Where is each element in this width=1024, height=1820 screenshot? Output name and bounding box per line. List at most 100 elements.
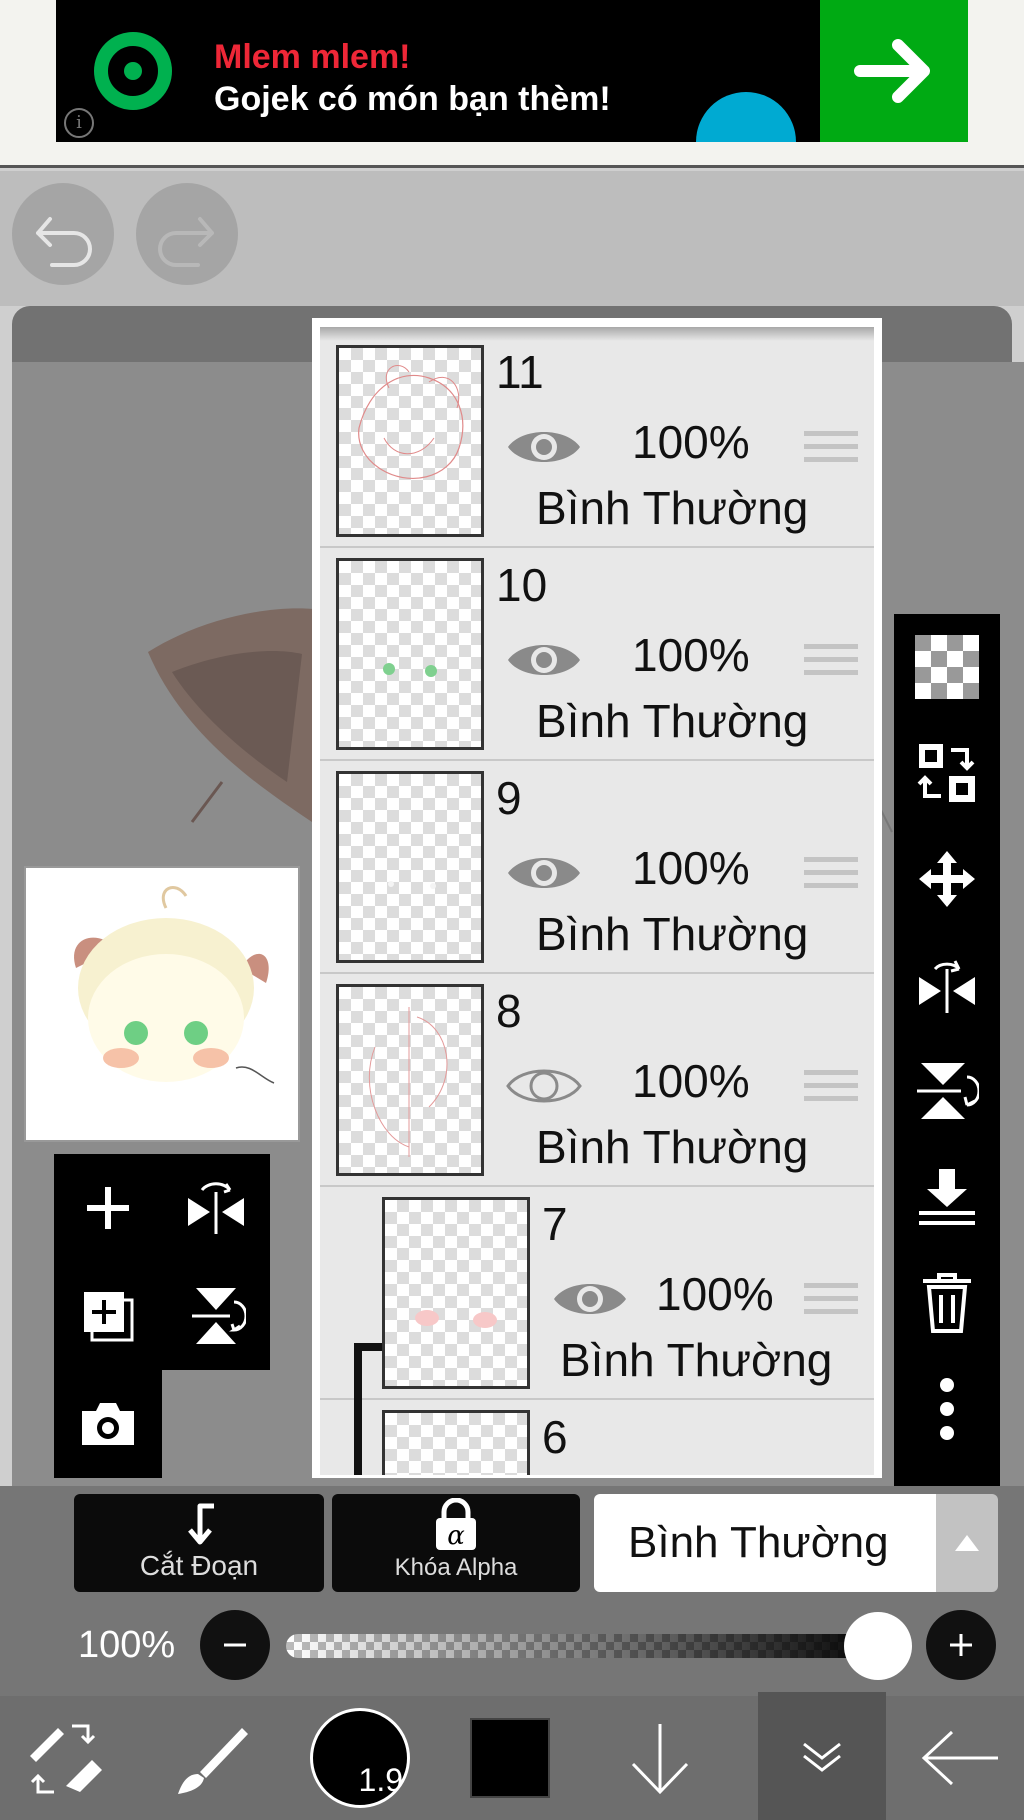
blend-mode-select[interactable]: Bình Thường [594, 1494, 936, 1592]
flip-vertical-button[interactable] [894, 1038, 1000, 1144]
lock-alpha-icon: α [436, 1498, 476, 1551]
layer-content-guides [368, 1007, 448, 1157]
eye-icon [508, 858, 580, 888]
layer-number: 8 [496, 985, 522, 1037]
layer-drag-handle[interactable] [804, 857, 858, 901]
flip-horizontal-layer-button[interactable] [162, 1154, 270, 1262]
layers-button[interactable] [758, 1692, 886, 1820]
layer-content-sketch [358, 365, 464, 479]
layer-row[interactable]: 10 100% Bình Thường [320, 548, 874, 761]
brush-size-button[interactable]: 1.9 [296, 1696, 424, 1820]
back-button[interactable] [896, 1696, 1024, 1820]
tool-switch-button[interactable] [0, 1696, 128, 1820]
opacity-decrease-button[interactable] [200, 1610, 270, 1680]
more-options-button[interactable] [894, 1356, 1000, 1462]
merge-down-button[interactable] [894, 1144, 1000, 1250]
layer-drag-handle[interactable] [804, 1283, 858, 1327]
undo-button[interactable] [12, 183, 114, 285]
move-down-button[interactable] [596, 1696, 724, 1820]
layer-drag-handle[interactable] [804, 644, 858, 688]
transparency-button[interactable] [894, 614, 1000, 720]
layer-thumbnail [336, 771, 484, 963]
alpha-lock-button[interactable]: α Khóa Alpha [332, 1494, 580, 1592]
layers-list[interactable]: 11 100% Bình Thường 10 100% Bình Thường … [320, 327, 874, 1475]
plus-icon [87, 1187, 129, 1229]
layer-camera-tool [54, 1370, 162, 1478]
layer-content-eyes [383, 663, 437, 677]
undo-icon [36, 217, 92, 267]
opacity-increase-button[interactable] [926, 1610, 996, 1680]
layer-row[interactable]: 7 100% Bình Thường [320, 1187, 874, 1407]
ad-decoration [696, 92, 796, 142]
import-photo-button[interactable] [54, 1370, 162, 1478]
clipping-button[interactable]: Cắt Đoạn [74, 1494, 324, 1592]
delete-layer-button[interactable] [894, 1250, 1000, 1356]
main-toolbar: 1.9 [0, 1692, 1024, 1820]
flip-vertical-icon [192, 1288, 246, 1344]
layer-blend-mode: Bình Thường [536, 482, 809, 534]
layer-row[interactable]: 9 100% Bình Thường [320, 761, 874, 974]
swap-icon [917, 744, 975, 802]
brush-tool-button[interactable] [148, 1696, 276, 1820]
layer-visibility-toggle[interactable] [552, 1273, 628, 1325]
color-picker-button[interactable] [446, 1696, 574, 1820]
opacity-slider-thumb[interactable] [844, 1612, 912, 1680]
ad-subline: Gojek có món bạn thèm! [214, 80, 611, 118]
clipping-arrow-icon [188, 1503, 214, 1545]
layer-properties-bar: Cắt Đoạn α Khóa Alpha Bình Thường 100% [0, 1486, 1024, 1696]
layer-number: 7 [542, 1198, 568, 1250]
layer-content-highlights [388, 881, 436, 889]
ad-banner[interactable]: Mlem mlem! Gojek có món bạn thèm! [56, 0, 968, 142]
eye-hidden-icon [506, 1069, 582, 1103]
merge-down-icon [919, 1169, 975, 1225]
blend-mode-value: Bình Thường [628, 1518, 889, 1567]
move-layer-button[interactable] [894, 826, 1000, 932]
duplicate-layer-button[interactable] [54, 1262, 162, 1370]
ad-go-button[interactable] [820, 0, 968, 142]
move-icon [919, 851, 975, 907]
layer-side-toolbar [894, 614, 1000, 1486]
flip-horizontal-button[interactable] [894, 932, 1000, 1038]
layer-number: 6 [542, 1411, 568, 1463]
layer-thumbnail [382, 1197, 530, 1389]
ad-info-icon[interactable]: i [64, 108, 94, 138]
reference-preview[interactable] [24, 866, 300, 1142]
layer-opacity: 100% [656, 1268, 774, 1320]
layer-row[interactable]: 8 100% Bình Thường [320, 974, 874, 1187]
layer-action-tools [54, 1154, 270, 1370]
clipping-hook [354, 1343, 384, 1351]
checkerboard-icon [915, 635, 979, 699]
arrow-down-icon [631, 1724, 689, 1795]
swap-layer-button[interactable] [894, 720, 1000, 826]
opacity-slider[interactable] [286, 1634, 890, 1658]
layer-visibility-toggle[interactable] [506, 847, 582, 899]
layer-drag-handle[interactable] [804, 431, 858, 475]
layer-row[interactable]: 6 [320, 1400, 874, 1475]
minus-icon [224, 1643, 246, 1647]
layer-thumbnail [336, 345, 484, 537]
flip-vertical-layer-button[interactable] [162, 1262, 270, 1370]
layer-drag-handle[interactable] [804, 1070, 858, 1114]
opacity-value: 100% [78, 1624, 176, 1666]
layer-blend-mode: Bình Thường [536, 695, 809, 747]
more-vertical-icon [940, 1378, 954, 1440]
arrow-right-icon [854, 39, 930, 103]
layer-content-blush [415, 1310, 497, 1328]
redo-button[interactable] [136, 183, 238, 285]
layer-row[interactable]: 11 100% Bình Thường [320, 335, 874, 548]
layer-visibility-toggle[interactable] [506, 1060, 582, 1112]
layer-blend-mode: Bình Thường [536, 1121, 809, 1173]
layer-visibility-toggle[interactable] [506, 421, 582, 473]
clipping-indicator [354, 1400, 362, 1475]
layer-opacity: 100% [632, 629, 750, 681]
redo-icon [158, 217, 214, 267]
layer-number: 10 [496, 559, 548, 611]
clipping-label: Cắt Đoạn [139, 1550, 259, 1581]
layer-opacity: 100% [632, 1055, 750, 1107]
layer-visibility-toggle[interactable] [506, 634, 582, 686]
brush-icon [178, 1728, 248, 1794]
flip-horizontal-icon [188, 1182, 244, 1234]
add-layer-button[interactable] [54, 1154, 162, 1262]
eye-icon [508, 432, 580, 462]
blend-mode-dropdown-button[interactable] [936, 1494, 998, 1592]
